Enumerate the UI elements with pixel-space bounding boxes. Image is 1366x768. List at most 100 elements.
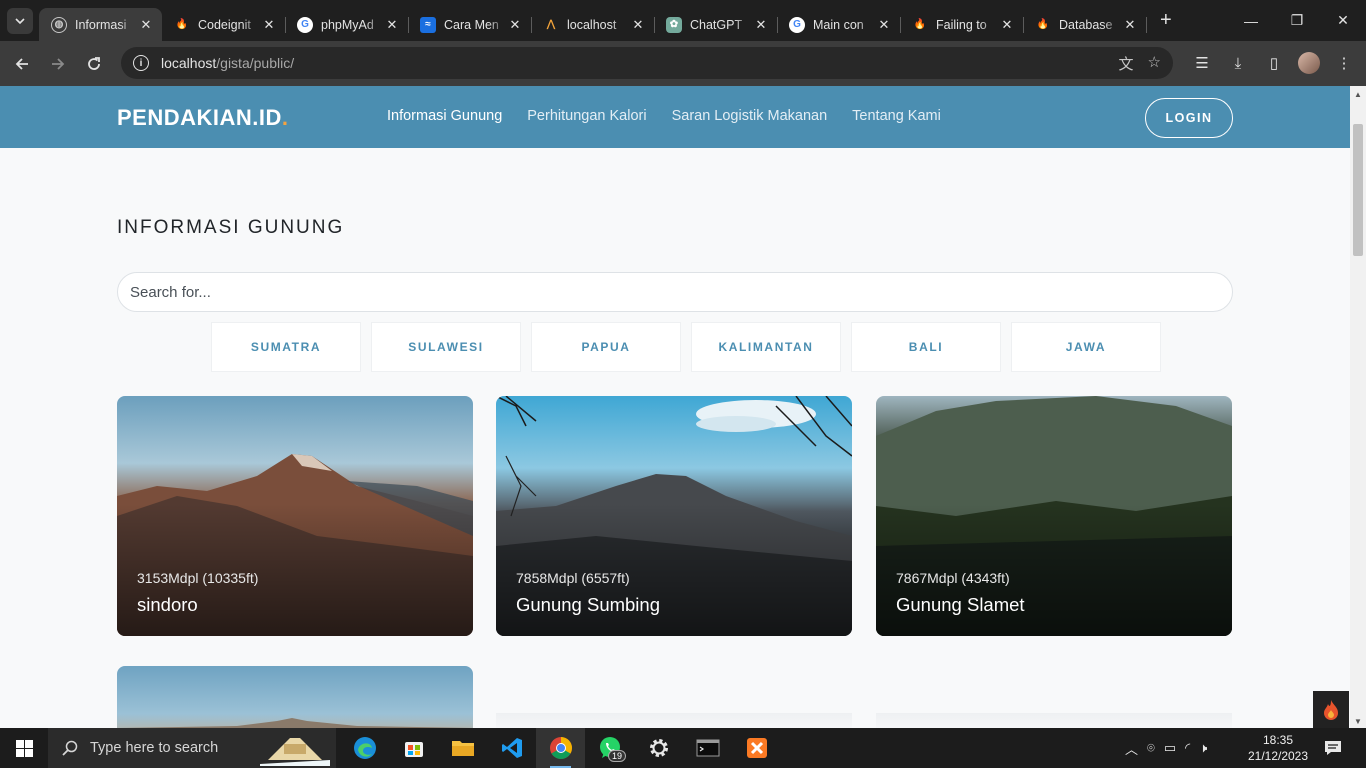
card-title: Gunung Slamet: [896, 594, 1025, 615]
close-icon[interactable]: ✕: [630, 17, 646, 33]
filter-sulawesi[interactable]: SULAWESI: [371, 322, 521, 372]
tab-label: Codeignit: [198, 17, 251, 32]
browser-tab[interactable]: 🔥 Database ✕: [1023, 8, 1147, 41]
taskbar-whatsapp[interactable]: 19: [585, 728, 634, 768]
battery-icon[interactable]: ▭: [1164, 740, 1176, 756]
new-tab-button[interactable]: +: [1160, 9, 1172, 32]
taskbar-vscode[interactable]: [487, 728, 536, 768]
close-icon[interactable]: ✕: [507, 17, 523, 33]
back-button[interactable]: [4, 46, 40, 82]
edge-icon: [353, 737, 376, 759]
terminal-icon: [696, 739, 719, 757]
site-logo[interactable]: PENDAKIAN.ID.: [117, 105, 289, 131]
browser-tab[interactable]: 🔥 Codeignit ✕: [162, 8, 286, 41]
taskbar-edge[interactable]: [340, 728, 389, 768]
page-scrollbar[interactable]: ▲ ▼: [1350, 86, 1366, 728]
start-button[interactable]: [0, 728, 48, 768]
system-clock[interactable]: 18:35 21/12/2023: [1244, 732, 1312, 764]
debug-toolbar-button[interactable]: [1313, 691, 1349, 728]
nav-tentang-kami[interactable]: Tentang Kami: [852, 108, 941, 124]
tab-label: Failing to: [936, 17, 987, 32]
reload-icon: [88, 56, 100, 70]
gear-icon: [649, 739, 668, 757]
browser-tab[interactable]: 🔥 Failing to ✕: [900, 8, 1024, 41]
tab-label: phpMyAd: [321, 17, 374, 32]
forward-button[interactable]: [40, 46, 76, 82]
clock-date: 21/12/2023: [1247, 749, 1309, 763]
tab-label: Cara Men: [444, 17, 499, 32]
notification-center-button[interactable]: [1318, 728, 1348, 768]
login-button[interactable]: LOGIN: [1145, 98, 1233, 138]
webcam-icon[interactable]: ⌾: [1147, 740, 1155, 756]
url-text: localhost/gista/public/: [161, 55, 295, 71]
store-icon: [404, 742, 423, 757]
profile-avatar[interactable]: [1298, 52, 1320, 74]
mountain-card[interactable]: 7858Mdpl (6557ft) Gunung Sumbing: [496, 396, 852, 636]
filter-sumatra[interactable]: SUMATRA: [211, 322, 361, 372]
close-icon[interactable]: ✕: [999, 17, 1015, 33]
taskbar-settings[interactable]: [634, 728, 683, 768]
mountain-card[interactable]: 7867Mdpl (4343ft) Gunung Slamet: [876, 396, 1232, 636]
chevron-up-icon[interactable]: ︿: [1125, 739, 1138, 758]
vscode-icon: [501, 738, 522, 758]
side-panel-icon[interactable]: ▯: [1262, 54, 1286, 72]
browser-tab[interactable]: ✿ ChatGPT ✕: [654, 8, 778, 41]
browser-tab[interactable]: ◍ Informasi ✕: [39, 8, 162, 41]
taskbar-xampp[interactable]: [732, 728, 781, 768]
bookmark-star-icon[interactable]: ☆: [1148, 53, 1161, 74]
reading-list-icon[interactable]: ☰: [1190, 54, 1214, 72]
windows-taskbar: Type here to search 19 ︿ ⌾ ▭ ◜ 🕨 18:35 2…: [0, 728, 1366, 768]
mountain-card[interactable]: 3153Mdpl (10335ft) sindoro: [117, 396, 473, 636]
download-icon[interactable]: ⤓: [1226, 55, 1250, 72]
region-filters: SUMATRA SULAWESI PAPUA KALIMANTAN BALI J…: [211, 322, 1161, 372]
search-input[interactable]: [117, 272, 1233, 312]
close-icon[interactable]: ✕: [384, 17, 400, 33]
volume-muted-icon[interactable]: 🕨: [1199, 740, 1207, 756]
taskbar-terminal[interactable]: [683, 728, 732, 768]
more-menu-icon[interactable]: ⋮: [1332, 54, 1356, 72]
site-navbar: PENDAKIAN.ID. Informasi Gunung Perhitung…: [0, 86, 1350, 148]
taskbar-search[interactable]: Type here to search: [48, 728, 336, 768]
close-window-button[interactable]: ✕: [1320, 0, 1366, 41]
xampp-icon: [746, 738, 767, 758]
browser-tab[interactable]: G phpMyAd ✕: [285, 8, 409, 41]
codeigniter-icon: 🔥: [913, 19, 927, 30]
filter-bali[interactable]: BALI: [851, 322, 1001, 372]
nav-perhitungan-kalori[interactable]: Perhitungan Kalori: [527, 108, 646, 124]
address-bar[interactable]: i localhost/gista/public/ 文 ☆: [121, 47, 1173, 79]
nav-saran-logistik[interactable]: Saran Logistik Makanan: [672, 108, 828, 124]
search-highlight-image: [260, 730, 330, 766]
mountain-card[interactable]: [117, 666, 473, 728]
tab-label: Informasi: [75, 17, 127, 32]
translate-icon[interactable]: 文: [1119, 53, 1134, 74]
reload-button[interactable]: [76, 46, 112, 82]
minimize-button[interactable]: —: [1228, 0, 1274, 41]
filter-kalimantan[interactable]: KALIMANTAN: [691, 322, 841, 372]
filter-jawa[interactable]: JAWA: [1011, 322, 1161, 372]
browser-tab[interactable]: ⋀ localhost ✕: [531, 8, 655, 41]
filter-papua[interactable]: PAPUA: [531, 322, 681, 372]
tab-search-menu-button[interactable]: [7, 7, 33, 34]
restore-button[interactable]: ❐: [1274, 0, 1320, 41]
browser-tab[interactable]: G Main con ✕: [777, 8, 901, 41]
taskbar-explorer[interactable]: [438, 728, 487, 768]
browser-tab[interactable]: ≈ Cara Men ✕: [408, 8, 532, 41]
close-icon[interactable]: ✕: [138, 17, 154, 33]
arrow-left-icon: [15, 57, 28, 70]
close-icon[interactable]: ✕: [1122, 17, 1138, 33]
site-info-icon[interactable]: i: [133, 55, 149, 71]
taskbar-chrome[interactable]: [536, 728, 585, 768]
nav-informasi-gunung[interactable]: Informasi Gunung: [387, 108, 502, 124]
flame-icon: [1324, 699, 1338, 720]
page-viewport: PENDAKIAN.ID. Informasi Gunung Perhitung…: [0, 86, 1350, 728]
close-icon[interactable]: ✕: [261, 17, 277, 33]
page-title: INFORMASI GUNUNG: [117, 217, 345, 238]
taskbar-store[interactable]: [389, 728, 438, 768]
chrome-icon: [549, 737, 572, 759]
scrollbar-thumb[interactable]: [1353, 124, 1363, 256]
system-tray: ︿ ⌾ ▭ ◜ 🕨: [1125, 728, 1207, 768]
wifi-icon[interactable]: ◜: [1185, 740, 1190, 756]
close-icon[interactable]: ✕: [876, 17, 892, 33]
folder-icon: [451, 741, 474, 756]
close-icon[interactable]: ✕: [753, 17, 769, 33]
